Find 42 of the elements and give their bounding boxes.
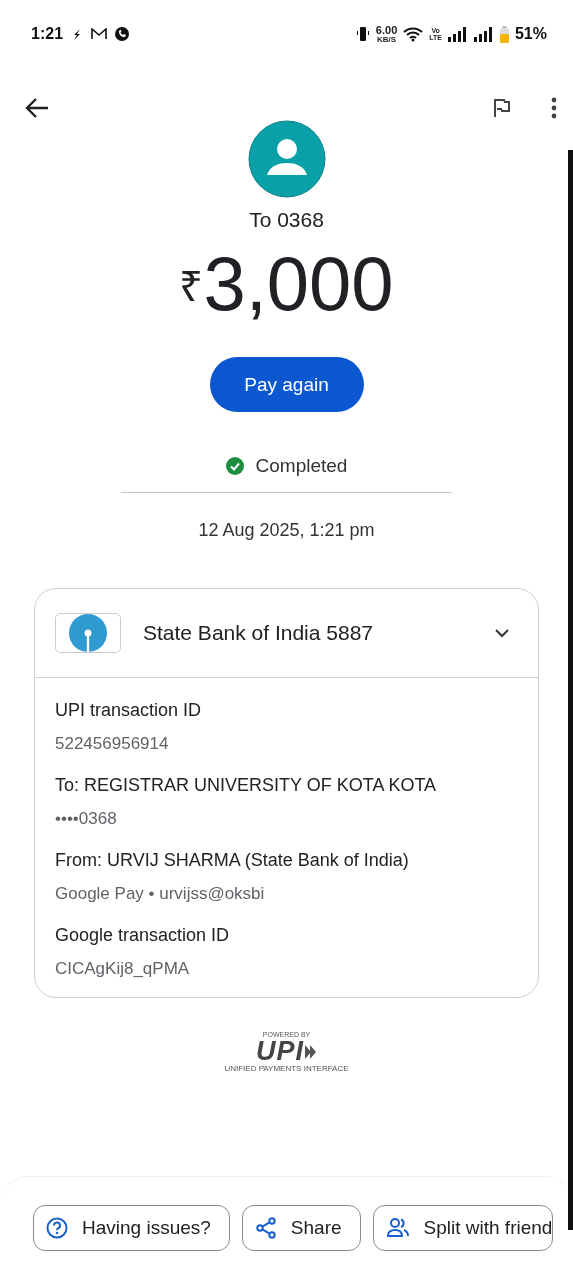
pay-again-button[interactable]: Pay again — [209, 357, 364, 412]
mail-icon — [91, 28, 108, 40]
battery-percent: 51% — [514, 25, 547, 43]
network-speed: 6.00 — [375, 24, 398, 36]
upi-logo: UPI — [256, 1038, 304, 1065]
speed-unit: KB/S — [377, 35, 397, 44]
wifi-icon — [403, 26, 424, 42]
detail-label: Google transaction ID — [55, 925, 231, 946]
people-icon — [385, 1217, 410, 1239]
vibrate-icon — [355, 26, 370, 42]
chevrons-icon — [305, 1044, 317, 1059]
detail-label: To: REGISTRAR UNIVERSITY OF KOTA KOTA — [55, 775, 438, 796]
transaction-date: 12 Aug 2025, 1:21 pm — [198, 520, 375, 541]
phone-icon — [115, 27, 130, 41]
help-icon — [46, 1217, 68, 1239]
avatar-icon — [247, 120, 326, 198]
detail-value: 522456956914 — [55, 734, 170, 754]
detail-value: Google Pay • urvijss@oksbi — [55, 884, 266, 904]
battery-icon — [499, 25, 509, 43]
flag-button[interactable] — [491, 98, 511, 118]
action-button[interactable]: Having issues? — [33, 1205, 230, 1251]
more-options-button[interactable] — [551, 97, 557, 119]
signal-icon — [447, 26, 468, 42]
status-time: 1:21 — [31, 25, 64, 43]
signal-icon — [473, 26, 494, 42]
status-label: Completed — [255, 455, 348, 477]
detail-label: From: URVIJ SHARMA (State Bank of India) — [55, 850, 410, 871]
detail-label: UPI transaction ID — [55, 700, 203, 721]
action-button[interactable]: Share — [241, 1205, 361, 1251]
expand-button[interactable] — [494, 628, 510, 638]
detail-value: CICAgKij8_qPMA — [55, 959, 191, 979]
bank-account-name: State Bank of India 5887 — [143, 621, 374, 645]
currency-symbol: ₹ — [179, 262, 204, 312]
amount: 3,000 — [203, 246, 394, 322]
check-circle-icon — [225, 457, 244, 475]
detail-value: ••••0368 — [55, 809, 118, 829]
bank-logo-icon — [55, 613, 121, 653]
action-button[interactable]: Split with friend — [372, 1205, 554, 1251]
upi-tagline: UNIFIED PAYMENTS INTERFACE — [224, 1065, 349, 1073]
back-button[interactable] — [24, 97, 50, 119]
share-icon — [254, 1217, 277, 1239]
payee-name: To 0368 — [249, 208, 324, 232]
